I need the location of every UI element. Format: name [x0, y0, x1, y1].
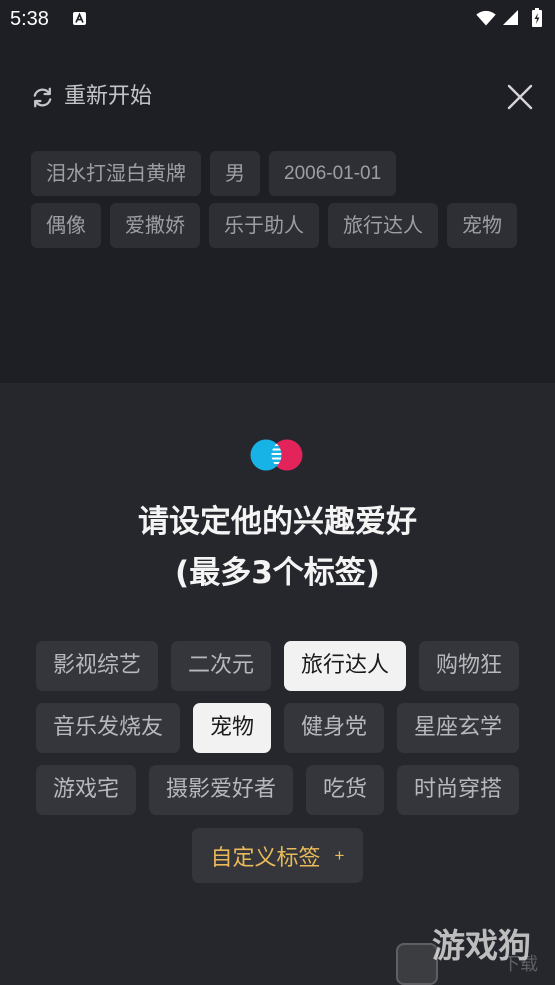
profile-tag-name: 泪水打湿白黄牌	[31, 151, 201, 196]
interest-tag-grid: 影视综艺 二次元 旅行达人 购物狂 音乐发烧友 宠物 健身党 星座玄学 游戏宅 …	[0, 641, 555, 883]
interest-tag-fitness[interactable]: 健身党	[284, 703, 385, 753]
interest-row: 音乐发烧友 宠物 健身党 星座玄学	[35, 703, 520, 753]
interest-tag-foodie[interactable]: 吃货	[306, 765, 385, 815]
interest-tag-gaming[interactable]: 游戏宅	[35, 765, 136, 815]
interest-tag-photography[interactable]: 摄影爱好者	[148, 765, 293, 815]
interest-tag-anime[interactable]: 二次元	[170, 641, 271, 691]
custom-tag-button[interactable]: 自定义标签 +	[191, 828, 364, 883]
profile-tag-idol: 偶像	[31, 203, 101, 248]
status-time: 5:38	[10, 8, 49, 30]
panel-subtitle: (最多3个标签)	[175, 555, 380, 591]
custom-tag-label: 自定义标签	[210, 845, 321, 871]
profile-tag-helpful: 乐于助人	[209, 203, 319, 248]
status-bar: 5:38	[0, 0, 555, 38]
profile-tag-pets: 宠物	[447, 203, 517, 248]
profile-row: 偶像 爱撒娇 乐于助人 旅行达人 宠物	[31, 203, 517, 248]
cell-signal-icon	[503, 10, 518, 25]
interest-row: 影视综艺 二次元 旅行达人 购物狂	[35, 641, 520, 691]
interest-tag-pets[interactable]: 宠物	[192, 703, 271, 753]
profile-tag-birthday: 2006-01-01	[269, 151, 397, 196]
restart-label: 重新开始	[64, 84, 153, 109]
interest-tag-shopping[interactable]: 购物狂	[419, 641, 520, 691]
interest-tag-film-variety[interactable]: 影视综艺	[35, 641, 158, 691]
wifi-icon	[476, 10, 496, 26]
restart-button[interactable]: 重新开始	[30, 82, 152, 112]
watermark-sub: 下载	[502, 954, 538, 975]
interest-panel: 请设定他的兴趣爱好 (最多3个标签) 影视综艺 二次元 旅行达人 购物狂 音乐发…	[0, 383, 555, 985]
profile-tag-gender: 男	[210, 151, 260, 196]
interest-tag-travel[interactable]: 旅行达人	[284, 641, 407, 691]
profile-tag-travel: 旅行达人	[328, 203, 438, 248]
interest-tag-music[interactable]: 音乐发烧友	[35, 703, 180, 753]
panel-title: 请设定他的兴趣爱好	[138, 504, 417, 540]
refresh-icon	[33, 87, 52, 107]
interest-tag-fashion[interactable]: 时尚穿搭	[397, 765, 520, 815]
profile-tag-coquettish: 爱撒娇	[110, 203, 200, 248]
character-profile-summary: 泪水打湿白黄牌 男 2006-01-01 偶像 爱撒娇 乐于助人 旅行达人 宠物	[31, 151, 517, 248]
profile-row: 泪水打湿白黄牌 男 2006-01-01	[31, 151, 517, 196]
app-logo-icon	[250, 439, 303, 471]
close-icon[interactable]	[506, 83, 534, 111]
battery-charging-icon	[532, 8, 542, 27]
interest-row: 游戏宅 摄影爱好者 吃货 时尚穿搭	[35, 765, 520, 815]
plus-icon: +	[334, 845, 345, 865]
a-badge-icon	[73, 12, 86, 25]
interest-tag-astrology[interactable]: 星座玄学	[397, 703, 520, 753]
